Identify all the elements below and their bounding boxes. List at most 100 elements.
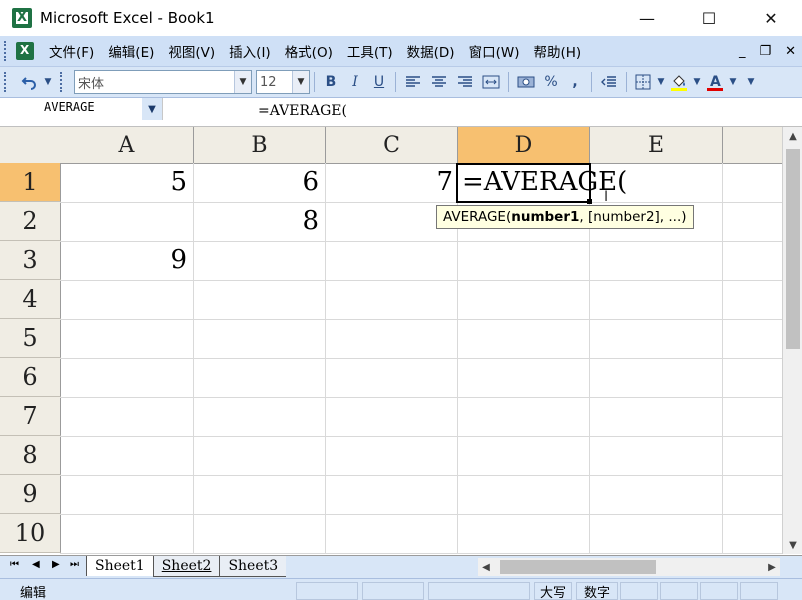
menu-grip-icon[interactable] bbox=[4, 41, 10, 61]
column-header-c[interactable]: C bbox=[326, 127, 458, 164]
formatting-toolbar: ▼ 宋体 ▼ 12 ▼ B I U % , ▼ ▼ A ▼ ▼ bbox=[0, 67, 802, 98]
sheet-tab-bar: ⏮ ◀ ▶ ⏭ Sheet1 Sheet2 Sheet3 ◀ ▶ bbox=[0, 555, 802, 578]
horizontal-scroll-thumb[interactable] bbox=[500, 560, 656, 574]
cell-d1-editing[interactable]: =AVERAGE( bbox=[456, 163, 627, 203]
column-header-b[interactable]: B bbox=[194, 127, 326, 164]
name-box[interactable]: AVERAGE ▼ bbox=[0, 98, 163, 120]
align-center-icon[interactable] bbox=[426, 71, 452, 93]
menu-view[interactable]: 视图(V) bbox=[161, 41, 222, 61]
menu-help[interactable]: 帮助(H) bbox=[526, 41, 588, 61]
cell-a1[interactable]: 5 bbox=[60, 163, 193, 201]
column-header-a[interactable]: A bbox=[60, 127, 194, 164]
percent-button[interactable]: % bbox=[539, 71, 563, 93]
horizontal-scrollbar[interactable]: ◀ ▶ bbox=[478, 558, 780, 576]
cell-b1[interactable]: 6 bbox=[194, 163, 325, 201]
row-header-10[interactable]: 10 bbox=[0, 514, 61, 553]
underline-button[interactable]: U bbox=[367, 71, 391, 93]
menu-format[interactable]: 格式(O) bbox=[278, 41, 340, 61]
chevron-down-icon[interactable]: ▼ bbox=[234, 71, 251, 93]
font-color-dropdown-icon[interactable]: ▼ bbox=[727, 71, 739, 93]
vertical-scrollbar[interactable]: ▲ ▼ bbox=[782, 127, 802, 554]
formula-input[interactable]: =AVERAGE( bbox=[258, 103, 347, 119]
tab-sheet1[interactable]: Sheet1 bbox=[86, 556, 153, 576]
toolbar-grip-icon[interactable] bbox=[4, 72, 10, 92]
menu-edit[interactable]: 编辑(E) bbox=[101, 41, 161, 61]
gridline bbox=[60, 514, 782, 515]
toolbar-separator bbox=[626, 72, 627, 92]
row-header-2[interactable]: 2 bbox=[0, 202, 61, 241]
fill-handle[interactable] bbox=[587, 199, 592, 204]
gridline bbox=[60, 436, 782, 437]
row-header-7[interactable]: 7 bbox=[0, 397, 61, 436]
menu-data[interactable]: 数据(D) bbox=[400, 41, 462, 61]
row-header-8[interactable]: 8 bbox=[0, 436, 61, 475]
tab-sheet3[interactable]: Sheet3 bbox=[219, 556, 287, 577]
chevron-down-icon[interactable]: ▼ bbox=[142, 98, 162, 120]
align-left-icon[interactable] bbox=[400, 71, 426, 93]
status-pane bbox=[296, 582, 358, 600]
row-header-5[interactable]: 5 bbox=[0, 319, 61, 358]
excel-app-icon[interactable] bbox=[12, 8, 32, 28]
undo-dropdown-icon[interactable]: ▼ bbox=[42, 71, 54, 93]
align-right-icon[interactable] bbox=[452, 71, 478, 93]
scroll-right-icon[interactable]: ▶ bbox=[764, 558, 780, 576]
toolbar-options-icon[interactable]: ▼ bbox=[745, 71, 757, 93]
cell-b2[interactable]: 8 bbox=[194, 202, 325, 240]
minimize-button[interactable]: — bbox=[616, 0, 678, 36]
toolbar-grip-2-icon[interactable] bbox=[60, 72, 66, 92]
cell-c1[interactable]: 7 bbox=[326, 163, 457, 201]
scroll-left-icon[interactable]: ◀ bbox=[478, 558, 494, 576]
workbook-icon[interactable] bbox=[16, 42, 34, 60]
chevron-down-icon[interactable]: ▼ bbox=[292, 71, 309, 93]
doc-close-button[interactable]: ✕ bbox=[785, 44, 796, 59]
column-header-d[interactable]: D bbox=[458, 127, 590, 164]
row-header-1[interactable]: 1 bbox=[0, 163, 61, 202]
window-title: Microsoft Excel - Book1 bbox=[40, 9, 215, 27]
vertical-scroll-thumb[interactable] bbox=[786, 149, 800, 349]
toolbar-separator bbox=[508, 72, 509, 92]
cell-a3[interactable]: 9 bbox=[60, 241, 193, 279]
italic-button[interactable]: I bbox=[343, 71, 367, 93]
borders-icon[interactable] bbox=[631, 71, 655, 93]
row-header-6[interactable]: 6 bbox=[0, 358, 61, 397]
bold-button[interactable]: B bbox=[319, 71, 343, 93]
doc-restore-button[interactable]: ❐ bbox=[759, 44, 771, 59]
next-sheet-icon[interactable]: ▶ bbox=[52, 559, 60, 570]
column-header-f[interactable] bbox=[723, 127, 782, 164]
row-header-9[interactable]: 9 bbox=[0, 475, 61, 514]
num-lock-indicator: 数字 bbox=[576, 582, 618, 600]
font-size-select[interactable]: 12 ▼ bbox=[256, 70, 310, 94]
fill-color-icon[interactable] bbox=[667, 71, 691, 93]
row-header-4[interactable]: 4 bbox=[0, 280, 61, 319]
tooltip-arg-active[interactable]: number1 bbox=[511, 209, 579, 225]
tooltip-function[interactable]: AVERAGE( bbox=[443, 209, 511, 225]
borders-dropdown-icon[interactable]: ▼ bbox=[655, 71, 667, 93]
decrease-indent-icon[interactable] bbox=[596, 71, 622, 93]
font-color-icon[interactable]: A bbox=[703, 71, 727, 93]
undo-icon[interactable] bbox=[16, 71, 42, 93]
menu-window[interactable]: 窗口(W) bbox=[462, 41, 527, 61]
merge-center-icon[interactable] bbox=[478, 71, 504, 93]
column-header-e[interactable]: E bbox=[590, 127, 723, 164]
currency-icon[interactable] bbox=[513, 71, 539, 93]
scroll-down-icon[interactable]: ▼ bbox=[783, 536, 802, 554]
font-name-select[interactable]: 宋体 ▼ bbox=[74, 70, 252, 94]
doc-minimize-button[interactable]: _ bbox=[739, 44, 746, 59]
scroll-up-icon[interactable]: ▲ bbox=[783, 127, 802, 145]
menu-tools[interactable]: 工具(T) bbox=[340, 41, 400, 61]
text-cursor-icon: I bbox=[604, 189, 609, 205]
first-sheet-icon[interactable]: ⏮ bbox=[10, 559, 19, 570]
tab-sheet2[interactable]: Sheet2 bbox=[152, 556, 220, 577]
toolbar-separator bbox=[395, 72, 396, 92]
menu-insert[interactable]: 插入(I) bbox=[222, 41, 278, 61]
maximize-button[interactable]: ☐ bbox=[678, 0, 740, 36]
close-button[interactable]: ✕ bbox=[740, 0, 802, 36]
last-sheet-icon[interactable]: ⏭ bbox=[70, 559, 79, 570]
fill-color-dropdown-icon[interactable]: ▼ bbox=[691, 71, 703, 93]
comma-button[interactable]: , bbox=[563, 71, 587, 93]
menu-file[interactable]: 文件(F) bbox=[42, 41, 101, 61]
prev-sheet-icon[interactable]: ◀ bbox=[32, 559, 40, 570]
select-all-corner[interactable] bbox=[0, 127, 61, 164]
row-header-3[interactable]: 3 bbox=[0, 241, 61, 280]
status-bar: 编辑 大写 数字 bbox=[0, 578, 802, 600]
